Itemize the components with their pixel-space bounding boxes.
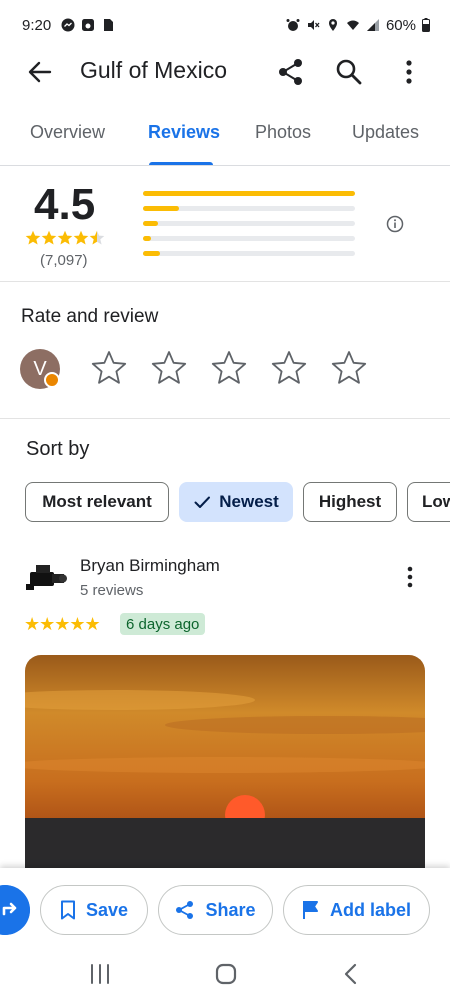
- save-label: Save: [85, 899, 129, 920]
- rate-review-title: Rate and review: [21, 306, 159, 327]
- signal-icon: [366, 19, 379, 31]
- system-nav-bar: [0, 950, 450, 1000]
- sim-card-icon: [104, 19, 114, 31]
- app-bar: Gulf of Mexico: [0, 50, 450, 94]
- bookmark-icon: [60, 900, 75, 920]
- rate-star-1-icon[interactable]: [90, 349, 128, 387]
- rating-bar-4-star: [143, 206, 355, 211]
- save-button[interactable]: Save: [40, 885, 148, 935]
- chip-label: Highest: [318, 492, 382, 511]
- alarm-icon: [286, 19, 300, 31]
- wifi-icon: [346, 20, 359, 30]
- sort-chip-highest[interactable]: Highest: [303, 482, 397, 522]
- share-label: Share: [205, 899, 256, 920]
- check-icon: [194, 496, 211, 508]
- page-title: Gulf of Mexico: [80, 57, 227, 83]
- rating-bar-fill: [143, 206, 180, 211]
- rating-bar-fill: [143, 251, 160, 256]
- rating-bar-fill: [143, 236, 152, 241]
- rating-distribution: [143, 191, 355, 266]
- rate-star-3-icon[interactable]: [210, 349, 248, 387]
- rate-star-4-icon[interactable]: [270, 349, 308, 387]
- review-count: (7,097): [40, 252, 88, 269]
- battery-percent: 60%: [385, 16, 416, 34]
- tab-photos[interactable]: Photos: [255, 122, 311, 143]
- sort-chip-most-relevant[interactable]: Most relevant: [25, 482, 169, 522]
- reviewer-avatar[interactable]: [24, 560, 68, 594]
- rate-star-5-icon[interactable]: [330, 349, 368, 387]
- rating-bar-3-star: [143, 221, 355, 226]
- location-icon: [328, 19, 337, 31]
- reviewer-review-count: 5 reviews: [80, 582, 144, 599]
- recent-apps-icon[interactable]: [86, 960, 114, 988]
- sort-chip-lowest[interactable]: Lowest: [407, 482, 450, 522]
- rate-star-2-icon[interactable]: [150, 349, 188, 387]
- status-bar: 9:20 60%: [0, 0, 450, 50]
- share-icon[interactable]: [276, 57, 306, 87]
- sort-chips: Most relevant Newest Highest Lowest: [25, 482, 450, 522]
- home-icon[interactable]: [212, 960, 240, 988]
- back-arrow-icon[interactable]: [26, 58, 54, 86]
- average-rating: 4.5: [34, 180, 96, 229]
- local-guide-badge-icon: [44, 372, 60, 388]
- add-label-button[interactable]: Add label: [283, 885, 430, 935]
- share-icon: [176, 901, 194, 919]
- rate-and-review: Rate and review V: [0, 282, 450, 419]
- tab-overview[interactable]: Overview: [30, 122, 105, 143]
- battery-icon: [422, 18, 430, 32]
- sort-chip-newest[interactable]: Newest: [179, 482, 293, 522]
- chip-label: Newest: [219, 492, 279, 511]
- info-icon[interactable]: [386, 215, 404, 233]
- review-photo[interactable]: [25, 655, 425, 885]
- tab-updates[interactable]: Updates: [352, 122, 419, 143]
- back-icon[interactable]: [338, 960, 366, 988]
- rating-summary: 4.5 (7,097): [0, 166, 450, 282]
- reviewer-name[interactable]: Bryan Birmingham: [80, 556, 220, 576]
- star-rating-icon: [25, 230, 105, 245]
- more-vert-icon[interactable]: [400, 564, 420, 590]
- active-tab-indicator: [149, 162, 213, 165]
- search-icon[interactable]: [334, 57, 364, 87]
- tab-bar: Overview Reviews Photos Updates: [0, 112, 450, 166]
- status-time: 9:20: [22, 16, 52, 34]
- chip-label: Lowest: [422, 492, 450, 511]
- chip-label: Most relevant: [42, 492, 152, 511]
- directions-button[interactable]: [0, 885, 30, 935]
- rating-bar-2-star: [143, 236, 355, 241]
- square-app-icon: [82, 19, 95, 31]
- share-button[interactable]: Share: [158, 885, 273, 935]
- review-stars: ★★★★★: [24, 614, 101, 634]
- messenger-icon: [61, 18, 75, 32]
- action-bar: Save Share Add label: [0, 868, 450, 950]
- flag-icon: [302, 901, 318, 919]
- mute-icon: [307, 20, 320, 30]
- more-vert-icon[interactable]: [396, 57, 422, 87]
- average-stars: [25, 230, 107, 250]
- tab-reviews[interactable]: Reviews: [148, 122, 220, 143]
- sort-title: Sort by: [26, 438, 90, 460]
- rating-bar-fill: [143, 191, 355, 196]
- add-label-label: Add label: [329, 899, 411, 920]
- rating-bar-fill: [143, 221, 158, 226]
- rating-bar-5-star: [143, 191, 355, 196]
- rating-bar-1-star: [143, 251, 355, 256]
- review-time-badge: 6 days ago: [120, 613, 206, 635]
- status-right: 60%: [286, 17, 430, 34]
- status-left: 9:20: [22, 17, 115, 34]
